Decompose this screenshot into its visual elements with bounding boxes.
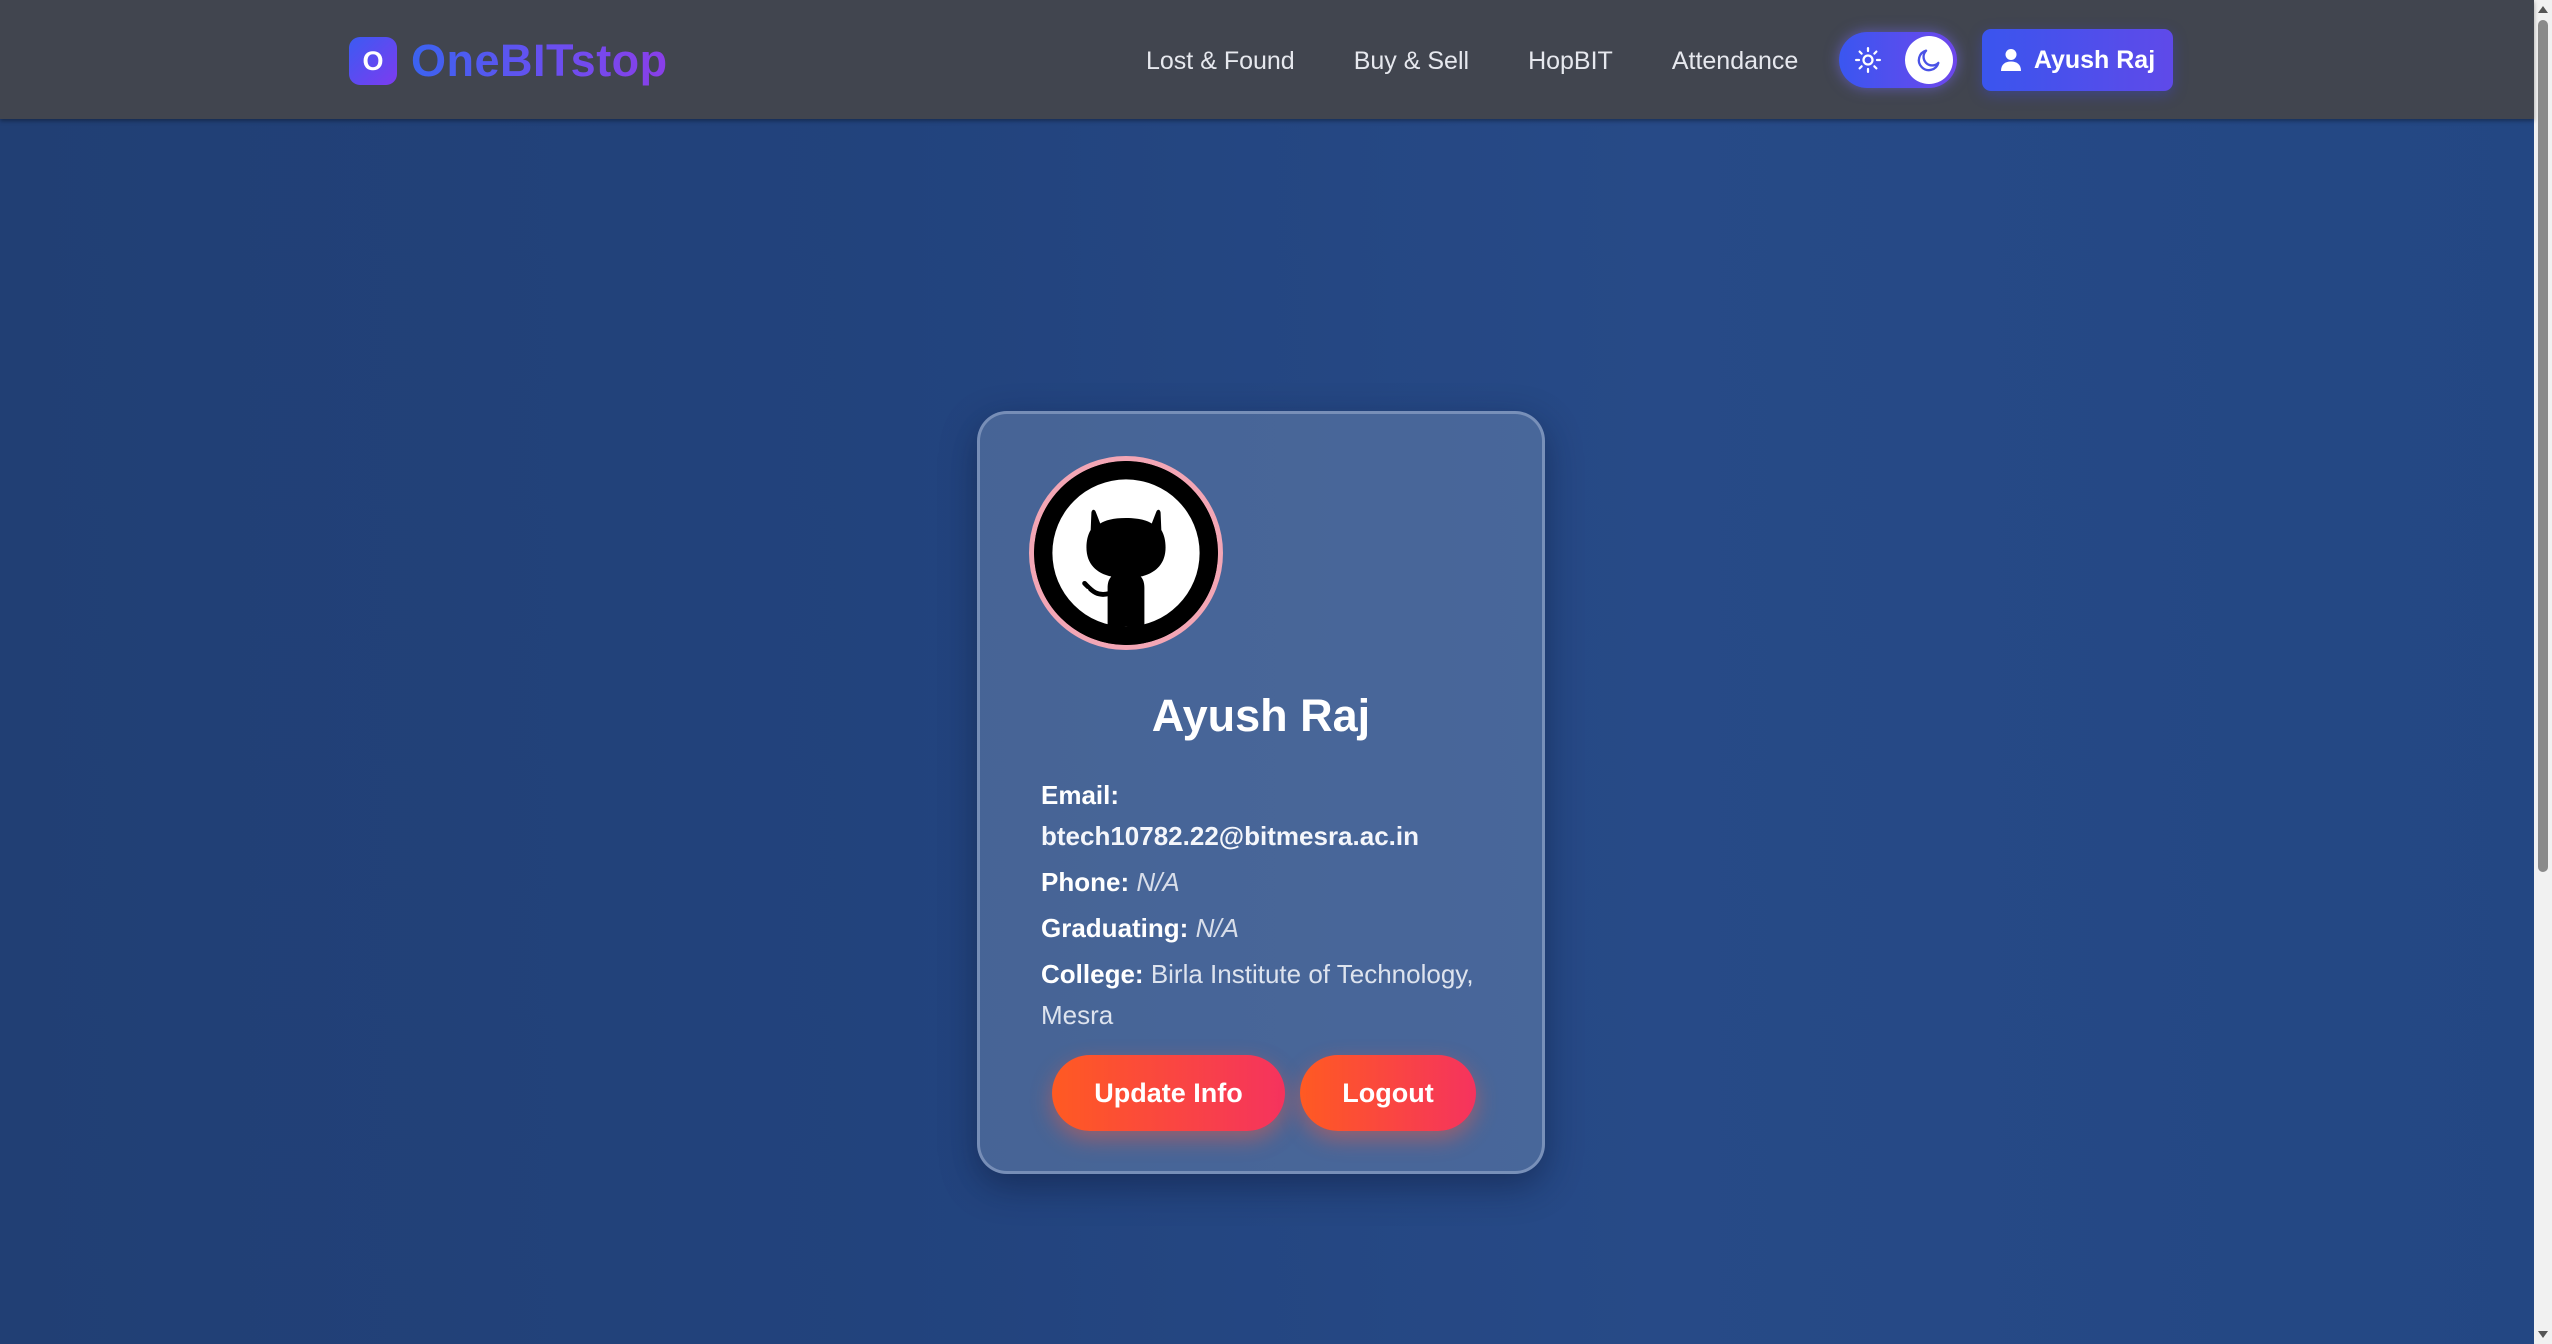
profile-card: Ayush Raj Email: btech10782.22@bitmesra.… [977, 411, 1545, 1174]
top-navbar: O OneBITstop Lost & Found Buy & Sell Hop… [0, 0, 2534, 119]
email-row: Email: btech10782.22@bitmesra.ac.in [1041, 775, 1491, 857]
email-value: btech10782.22@bitmesra.ac.in [1041, 821, 1419, 851]
brand-name: OneBITstop [411, 35, 668, 86]
update-info-button[interactable]: Update Info [1052, 1055, 1285, 1131]
vertical-scrollbar[interactable] [2534, 0, 2552, 1344]
graduating-row: Graduating: N/A [1041, 908, 1491, 949]
logout-button[interactable]: Logout [1300, 1055, 1476, 1131]
scroll-down-arrow-icon[interactable] [2538, 1331, 2548, 1338]
user-button-label: Ayush Raj [2033, 45, 2156, 74]
nav-link-buy-sell[interactable]: Buy & Sell [1354, 47, 1469, 76]
toggle-knob [1905, 36, 1953, 84]
phone-label: Phone: [1041, 867, 1130, 897]
moon-icon [1917, 49, 1940, 72]
user-profile-button[interactable]: Ayush Raj [1982, 29, 2173, 91]
nav-link-hopbit[interactable]: HopBIT [1528, 47, 1613, 76]
user-icon [2000, 49, 2021, 71]
scroll-up-arrow-icon[interactable] [2538, 6, 2548, 13]
profile-actions: Update Info Logout [1052, 1055, 1476, 1131]
profile-name: Ayush Raj [1151, 690, 1371, 741]
page: O OneBITstop Lost & Found Buy & Sell Hop… [0, 0, 2552, 1344]
sun-icon [1855, 47, 1881, 73]
brand-badge-icon: O [349, 37, 397, 85]
nav-link-attendance[interactable]: Attendance [1672, 47, 1799, 76]
email-label: Email: [1041, 780, 1120, 810]
avatar [1029, 456, 1223, 650]
theme-toggle[interactable] [1839, 32, 1957, 88]
college-row: College: Birla Institute of Technology, … [1041, 954, 1491, 1036]
graduating-value: N/A [1195, 913, 1239, 943]
github-octocat-icon [1034, 461, 1218, 645]
college-label: College: [1041, 959, 1144, 989]
profile-info-list: Email: btech10782.22@bitmesra.ac.in Phon… [1041, 775, 1491, 1041]
phone-value: N/A [1136, 867, 1180, 897]
brand-logo-link[interactable]: O OneBITstop [349, 35, 668, 86]
phone-row: Phone: N/A [1041, 862, 1491, 903]
scrollbar-thumb[interactable] [2538, 20, 2548, 872]
graduating-label: Graduating: [1041, 913, 1189, 943]
main-nav: Lost & Found Buy & Sell HopBIT Attendanc… [1146, 40, 1798, 82]
nav-link-lost-found[interactable]: Lost & Found [1146, 47, 1295, 76]
